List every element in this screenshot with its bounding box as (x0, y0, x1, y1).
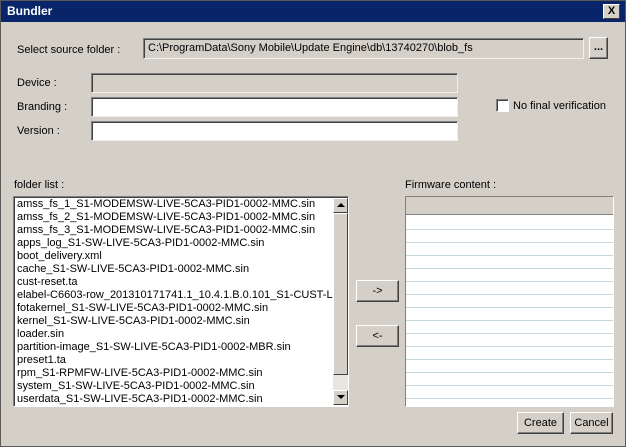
bundler-window: Bundler X Select source folder : C:\Prog… (0, 0, 626, 447)
list-item[interactable]: cust-reset.ta (17, 276, 347, 289)
grid-row-divider (406, 398, 613, 399)
list-item[interactable]: partition-image_S1-SW-LIVE-5CA3-PID1-000… (17, 341, 347, 354)
grid-row-divider (406, 307, 613, 308)
scroll-up-button[interactable] (333, 198, 348, 213)
add-to-firmware-button[interactable]: -> (356, 280, 399, 302)
device-label: Device : (17, 77, 57, 89)
chevron-up-icon (337, 203, 345, 207)
list-item[interactable]: rpm_S1-RPMFW-LIVE-5CA3-PID1-0002-MMC.sin (17, 367, 347, 380)
list-item[interactable]: elabel-C6603-row_201310171741.1_10.4.1.B… (17, 289, 347, 302)
grid-row-divider (406, 320, 613, 321)
create-button[interactable]: Create (517, 412, 564, 434)
version-label: Version : (17, 125, 60, 137)
no-final-verification-checkbox[interactable] (496, 99, 509, 112)
list-item[interactable]: amss_fs_3_S1-MODEMSW-LIVE-5CA3-PID1-0002… (17, 224, 347, 237)
device-field (91, 73, 458, 93)
grid-row-divider (406, 255, 613, 256)
chevron-down-icon (337, 395, 345, 399)
list-item[interactable]: userdata_S1-SW-LIVE-5CA3-PID1-0002-MMC.s… (17, 393, 347, 406)
browse-button[interactable]: ... (589, 37, 608, 59)
folder-list-items: amss_fs_1_S1-MODEMSW-LIVE-5CA3-PID1-0002… (17, 198, 347, 406)
remove-from-firmware-button[interactable]: <- (356, 325, 399, 347)
branding-input[interactable] (91, 97, 458, 117)
list-item[interactable]: preset1.ta (17, 354, 347, 367)
source-folder-path: C:\ProgramData\Sony Mobile\Update Engine… (148, 42, 473, 54)
grid-row-divider (406, 333, 613, 334)
list-item[interactable]: boot_delivery.xml (17, 250, 347, 263)
no-final-verification-label: No final verification (513, 100, 606, 112)
firmware-content-label: Firmware content : (405, 179, 497, 191)
grid-row-divider (406, 372, 613, 373)
folder-list-scrollbar[interactable] (333, 198, 348, 405)
list-item[interactable]: amss_fs_2_S1-MODEMSW-LIVE-5CA3-PID1-0002… (17, 211, 347, 224)
version-input[interactable] (91, 121, 458, 141)
scroll-thumb[interactable] (333, 213, 348, 375)
window-title: Bundler (7, 4, 53, 18)
grid-row-divider (406, 385, 613, 386)
source-folder-label: Select source folder : (17, 44, 121, 56)
firmware-content-list[interactable] (405, 196, 614, 407)
title-bar[interactable]: Bundler X (1, 1, 625, 22)
grid-row-divider (406, 346, 613, 347)
list-item[interactable]: system_S1-SW-LIVE-5CA3-PID1-0002-MMC.sin (17, 380, 347, 393)
folder-list[interactable]: amss_fs_1_S1-MODEMSW-LIVE-5CA3-PID1-0002… (13, 196, 349, 407)
list-item[interactable]: amss_fs_1_S1-MODEMSW-LIVE-5CA3-PID1-0002… (17, 198, 347, 211)
list-item[interactable]: fotakernel_S1-SW-LIVE-5CA3-PID1-0002-MMC… (17, 302, 347, 315)
cancel-button[interactable]: Cancel (570, 412, 613, 434)
grid-row-divider (406, 281, 613, 282)
grid-row-divider (406, 294, 613, 295)
grid-row-divider (406, 242, 613, 243)
close-button[interactable]: X (603, 4, 620, 19)
grid-row-divider (406, 359, 613, 360)
grid-row-divider (406, 229, 613, 230)
folder-list-label: folder list : (14, 179, 65, 191)
list-item[interactable]: loader.sin (17, 328, 347, 341)
list-item[interactable]: apps_log_S1-SW-LIVE-5CA3-PID1-0002-MMC.s… (17, 237, 347, 250)
firmware-content-header (406, 197, 613, 215)
branding-label: Branding : (17, 101, 68, 113)
list-item[interactable]: cache_S1-SW-LIVE-5CA3-PID1-0002-MMC.sin (17, 263, 347, 276)
scroll-down-button[interactable] (333, 390, 348, 405)
list-item[interactable]: kernel_S1-SW-LIVE-5CA3-PID1-0002-MMC.sin (17, 315, 347, 328)
source-folder-field: C:\ProgramData\Sony Mobile\Update Engine… (143, 38, 584, 59)
grid-row-divider (406, 268, 613, 269)
